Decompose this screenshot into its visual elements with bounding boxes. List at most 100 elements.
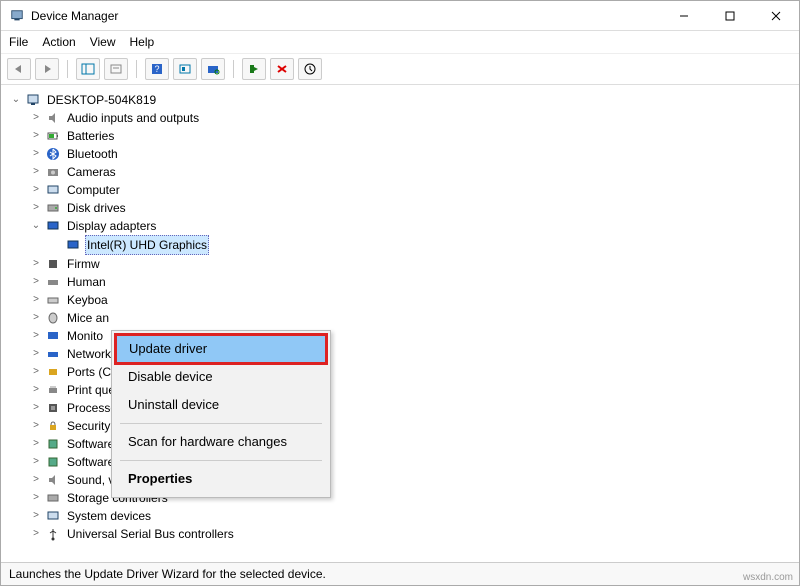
- watermark: wsxdn.com: [743, 572, 793, 583]
- svg-text:?: ?: [154, 64, 159, 74]
- tree-item-firmware[interactable]: Firmw: [11, 255, 795, 273]
- firmware-icon: [45, 256, 61, 272]
- tree-item-system[interactable]: System devices: [11, 507, 795, 525]
- properties-button[interactable]: [104, 58, 128, 80]
- tree-item-batteries[interactable]: Batteries: [11, 127, 795, 145]
- uninstall-device-button[interactable]: [270, 58, 294, 80]
- tree-item-label: Network: [65, 345, 113, 363]
- expand-icon[interactable]: [31, 163, 41, 181]
- expand-icon[interactable]: [31, 507, 41, 525]
- lock-icon: [45, 418, 61, 434]
- ctx-uninstall-device[interactable]: Uninstall device: [114, 391, 328, 419]
- ctx-update-driver[interactable]: Update driver: [114, 333, 328, 365]
- tree-item-display-adapters[interactable]: Display adapters: [11, 217, 795, 235]
- toolbar-separator: [67, 60, 68, 78]
- expand-icon[interactable]: [31, 399, 41, 417]
- minimize-button[interactable]: [661, 1, 707, 31]
- tree-item-label: Mice an: [65, 309, 111, 327]
- expand-icon[interactable]: [31, 217, 41, 235]
- toolbar-icon[interactable]: [173, 58, 197, 80]
- tree-item-computer[interactable]: Computer: [11, 181, 795, 199]
- menu-file[interactable]: File: [9, 35, 28, 49]
- update-driver-button[interactable]: [298, 58, 322, 80]
- scan-hardware-button[interactable]: [201, 58, 225, 80]
- tree-item-label: Human: [65, 273, 108, 291]
- tree-item-cameras[interactable]: Cameras: [11, 163, 795, 181]
- bluetooth-icon: [45, 146, 61, 162]
- menu-bar: File Action View Help: [1, 31, 799, 54]
- keyboard-icon: [45, 292, 61, 308]
- app-icon: [9, 8, 25, 24]
- component-icon: [45, 436, 61, 452]
- tree-item-keyboards[interactable]: Keyboa: [11, 291, 795, 309]
- status-bar: Launches the Update Driver Wizard for th…: [1, 562, 799, 585]
- context-menu: Update driver Disable device Uninstall d…: [111, 330, 331, 498]
- maximize-button[interactable]: [707, 1, 753, 31]
- tree-item-audio[interactable]: Audio inputs and outputs: [11, 109, 795, 127]
- device-tree[interactable]: DESKTOP-504K819 Audio inputs and outputs…: [1, 85, 799, 562]
- expand-icon[interactable]: [31, 145, 41, 163]
- tree-item-intel-uhd[interactable]: Intel(R) UHD Graphics: [11, 235, 795, 255]
- tree-item-label: Disk drives: [65, 199, 128, 217]
- expand-icon[interactable]: [31, 127, 41, 145]
- expand-icon[interactable]: [31, 363, 41, 381]
- window-title: Device Manager: [31, 9, 661, 23]
- tree-item-bluetooth[interactable]: Bluetooth: [11, 145, 795, 163]
- expand-icon[interactable]: [11, 91, 21, 109]
- expand-icon[interactable]: [31, 471, 41, 489]
- ctx-separator: [120, 460, 322, 461]
- computer-icon: [25, 92, 41, 108]
- expand-icon[interactable]: [31, 199, 41, 217]
- expand-icon[interactable]: [31, 453, 41, 471]
- menu-help[interactable]: Help: [130, 35, 155, 49]
- expand-icon[interactable]: [31, 345, 41, 363]
- tree-item-label: System devices: [65, 507, 153, 525]
- expand-icon[interactable]: [31, 435, 41, 453]
- ctx-scan-hardware[interactable]: Scan for hardware changes: [114, 428, 328, 456]
- tree-root[interactable]: DESKTOP-504K819: [11, 91, 795, 109]
- help-button[interactable]: ?: [145, 58, 169, 80]
- tree-item-usb[interactable]: Universal Serial Bus controllers: [11, 525, 795, 543]
- forward-button[interactable]: [35, 58, 59, 80]
- expand-icon[interactable]: [31, 489, 41, 507]
- menu-action[interactable]: Action: [42, 35, 75, 49]
- tree-item-label: Computer: [65, 181, 122, 199]
- port-icon: [45, 364, 61, 380]
- expand-icon[interactable]: [31, 525, 41, 543]
- enable-device-button[interactable]: [242, 58, 266, 80]
- expand-icon[interactable]: [31, 417, 41, 435]
- expand-icon[interactable]: [31, 109, 41, 127]
- toolbar: ?: [1, 54, 799, 85]
- cpu-icon: [45, 400, 61, 416]
- expand-icon[interactable]: [31, 309, 41, 327]
- toolbar-separator: [136, 60, 137, 78]
- expand-icon[interactable]: [31, 291, 41, 309]
- expand-icon[interactable]: [31, 255, 41, 273]
- expand-icon[interactable]: [31, 327, 41, 345]
- sound-icon: [45, 472, 61, 488]
- tree-root-label: DESKTOP-504K819: [45, 91, 158, 109]
- tree-item-label: Keyboa: [65, 291, 110, 309]
- display-adapter-icon: [45, 218, 61, 234]
- software-icon: [45, 454, 61, 470]
- tree-item-label: Monito: [65, 327, 105, 345]
- tree-item-label: Audio inputs and outputs: [65, 109, 201, 127]
- toolbar-separator: [233, 60, 234, 78]
- ctx-properties[interactable]: Properties: [114, 465, 328, 493]
- expand-icon[interactable]: [31, 381, 41, 399]
- tree-item-label: Bluetooth: [65, 145, 120, 163]
- expand-icon[interactable]: [31, 181, 41, 199]
- tree-item-disk[interactable]: Disk drives: [11, 199, 795, 217]
- expand-icon[interactable]: [31, 273, 41, 291]
- close-button[interactable]: [753, 1, 799, 31]
- back-button[interactable]: [7, 58, 31, 80]
- tree-item-hid[interactable]: Human: [11, 273, 795, 291]
- battery-icon: [45, 128, 61, 144]
- show-hide-tree-button[interactable]: [76, 58, 100, 80]
- menu-view[interactable]: View: [90, 35, 116, 49]
- ctx-disable-device[interactable]: Disable device: [114, 363, 328, 391]
- tree-item-label: Batteries: [65, 127, 116, 145]
- tree-item-mice[interactable]: Mice an: [11, 309, 795, 327]
- device-manager-window: Device Manager File Action View Help ?: [0, 0, 800, 586]
- computer-icon: [45, 182, 61, 198]
